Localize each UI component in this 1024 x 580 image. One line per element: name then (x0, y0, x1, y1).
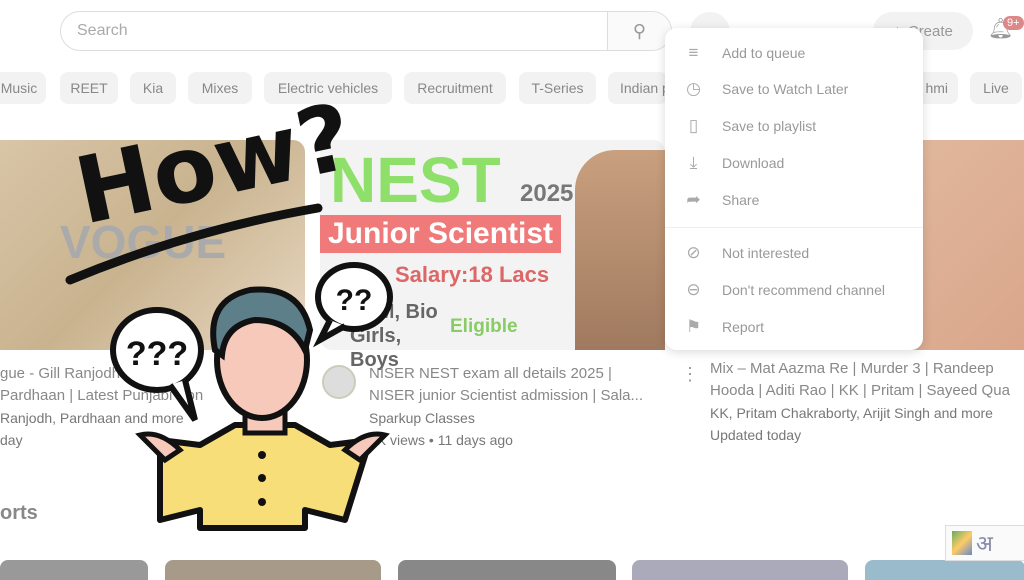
svg-text:???: ??? (126, 335, 188, 373)
confused-person-illustration: How? ??? ?? (65, 83, 393, 531)
question-bubble-left: ??? (110, 307, 204, 422)
how-text: How? (67, 83, 362, 246)
question-bubble-right: ?? (312, 262, 393, 348)
svg-text:??: ?? (336, 284, 373, 317)
